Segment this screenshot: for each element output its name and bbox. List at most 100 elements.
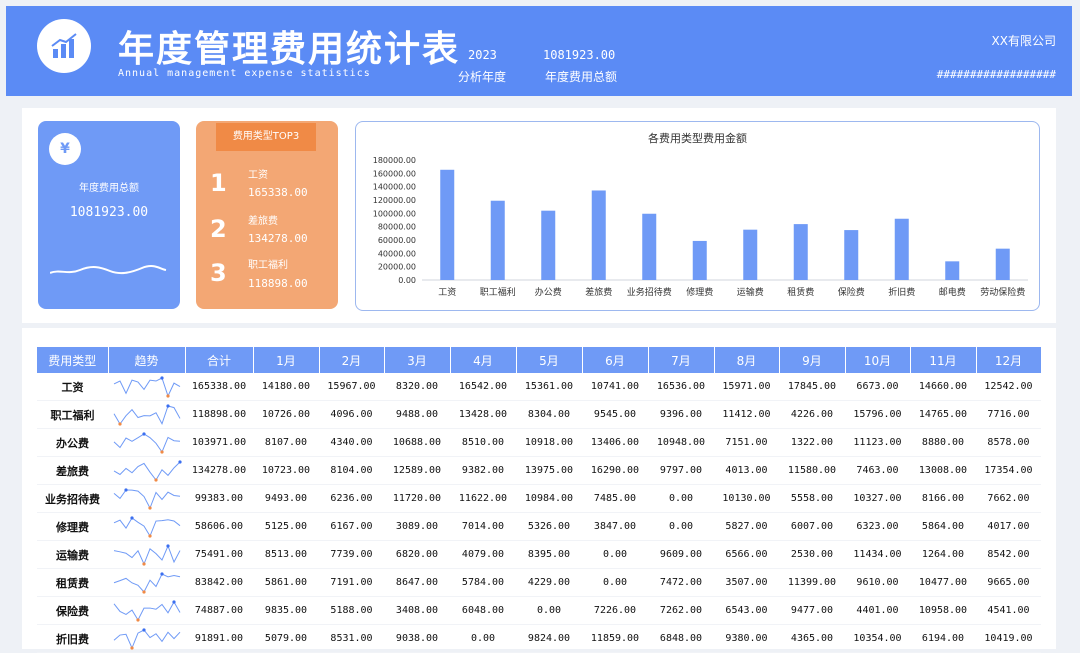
x-tick-label: 办公费	[535, 286, 562, 298]
bar[interactable]	[995, 248, 1010, 280]
total-cell: 74887.00	[185, 596, 253, 625]
month-value-cell: 10741.00	[582, 373, 648, 401]
column-header[interactable]: 4月	[450, 347, 517, 373]
rank-value: 134278.00	[248, 232, 308, 245]
table-row[interactable]: 办公费 103971.00 8107.00 4340.00 10688.00 8510.0…	[37, 428, 1041, 457]
x-tick-label: 邮电费	[939, 286, 966, 298]
bar[interactable]	[440, 169, 455, 280]
sparkline-line	[113, 544, 180, 565]
total-cell: 118898.00	[185, 400, 253, 429]
month-value-cell: 8880.00	[910, 428, 976, 457]
receipt-icon: ¥	[49, 133, 81, 165]
month-value-cell: 11399.00	[779, 568, 845, 597]
bar[interactable]	[945, 261, 960, 280]
table-row[interactable]: 业务招待费 99383.00 9493.00 6236.00 11720.00 11622…	[37, 484, 1041, 513]
table-row[interactable]: 工资 165338.00 14180.00 15967.00 8320.00 16542.…	[37, 373, 1041, 401]
table-row[interactable]: 职工福利 118898.00 10726.00 4096.00 9488.00 13428…	[37, 400, 1041, 429]
month-value-cell: 3847.00	[582, 512, 648, 541]
y-tick-label: 20000.00	[378, 263, 416, 272]
month-value-cell: 10477.00	[910, 568, 976, 597]
month-value-cell: 17354.00	[976, 456, 1041, 485]
table-row[interactable]: 租赁费 83842.00 5861.00 7191.00 8647.00 5784.00 4…	[37, 568, 1041, 597]
month-value-cell: 8513.00	[253, 540, 319, 569]
month-value-cell: 2530.00	[779, 540, 845, 569]
x-tick-label: 租赁费	[787, 286, 814, 298]
bar[interactable]	[541, 210, 556, 280]
column-header[interactable]: 费用类型	[37, 347, 109, 373]
company-name: XX有限公司	[991, 34, 1056, 48]
month-value-cell: 14660.00	[910, 373, 976, 401]
year-value: 2023	[468, 48, 497, 62]
x-tick-label: 折旧费	[888, 286, 915, 298]
sparkline-max-point	[171, 599, 176, 604]
bar[interactable]	[591, 190, 606, 280]
column-header[interactable]: 2月	[319, 347, 385, 373]
month-value-cell: 6543.00	[714, 596, 779, 625]
bar[interactable]	[793, 224, 808, 280]
y-tick-label: 160000.00	[373, 169, 416, 178]
month-value-cell: 14180.00	[253, 373, 319, 401]
column-header[interactable]: 合计	[185, 347, 254, 373]
month-value-cell: 8578.00	[976, 428, 1041, 457]
month-value-cell: 5558.00	[779, 484, 845, 513]
sparkline-line	[113, 461, 180, 481]
column-header[interactable]: 10月	[845, 347, 911, 373]
month-value-cell: 7716.00	[976, 400, 1041, 429]
bar[interactable]	[692, 240, 707, 280]
rank-name: 差旅费	[248, 216, 278, 227]
bar-chart-icon	[51, 33, 77, 58]
month-value-cell: 4079.00	[450, 540, 516, 569]
month-value-cell: 7662.00	[976, 484, 1041, 513]
month-value-cell: 0.00	[582, 540, 648, 569]
table-row[interactable]: 运输费 75491.00 8513.00 7739.00 6820.00 4079.00 8…	[37, 540, 1041, 569]
table-row[interactable]: 修理费 58606.00 5125.00 6167.00 3089.00 7014.00 5…	[37, 512, 1041, 541]
bar[interactable]	[743, 229, 758, 280]
month-value-cell: 0.00	[648, 512, 714, 541]
sparkline-min-point	[141, 561, 146, 566]
column-header[interactable]: 8月	[714, 347, 780, 373]
sparkline-line	[113, 432, 180, 453]
hash-placeholder: ##################	[936, 68, 1056, 81]
month-value-cell: 1322.00	[779, 428, 845, 457]
trend-sparkline-cell	[108, 540, 185, 569]
expense-type-cell: 工资	[37, 373, 108, 401]
month-value-cell: 16536.00	[648, 373, 714, 401]
column-header[interactable]: 7月	[648, 347, 715, 373]
column-header[interactable]: 1月	[253, 347, 320, 373]
month-value-cell: 4541.00	[976, 596, 1041, 625]
bar[interactable]	[894, 218, 909, 280]
month-value-cell: 6820.00	[384, 540, 450, 569]
x-tick-label: 保险费	[838, 286, 865, 298]
table-row[interactable]: 差旅费 134278.00 10723.00 8104.00 12589.00 9382.…	[37, 456, 1041, 485]
expense-type-cell: 运输费	[37, 540, 108, 569]
total-cell: 103971.00	[185, 428, 253, 457]
column-header[interactable]: 9月	[779, 347, 846, 373]
sparkline-line	[113, 376, 180, 397]
column-header[interactable]: 5月	[516, 347, 583, 373]
table-row[interactable]: 保险费 74887.00 9835.00 5188.00 3408.00 6048.00 0…	[37, 596, 1041, 625]
column-header[interactable]: 12月	[976, 347, 1042, 373]
month-value-cell: 1264.00	[910, 540, 976, 569]
total-expense-label: 年度费用总额	[79, 183, 139, 194]
column-header[interactable]: 趋势	[108, 347, 186, 373]
expense-type-cell: 修理费	[37, 512, 108, 541]
year-label: 分析年度	[458, 70, 507, 84]
sparkline-min-point	[147, 533, 152, 538]
month-value-cell: 10948.00	[648, 428, 714, 457]
month-value-cell: 10918.00	[516, 428, 582, 457]
expense-type-cell: 办公费	[37, 428, 108, 457]
trend-sparkline-cell	[108, 568, 185, 597]
column-header[interactable]: 6月	[582, 347, 649, 373]
bar[interactable]	[490, 200, 505, 280]
month-value-cell: 7739.00	[319, 540, 384, 569]
month-value-cell: 3507.00	[714, 568, 779, 597]
column-header[interactable]: 3月	[384, 347, 451, 373]
table-row[interactable]: 折旧费 91891.00 5079.00 8531.00 9038.00 0.00 9824…	[37, 624, 1041, 653]
expense-type-cell: 保险费	[37, 596, 108, 625]
column-header[interactable]: 11月	[910, 347, 977, 373]
bar[interactable]	[844, 230, 859, 280]
bar[interactable]	[642, 213, 657, 280]
expense-bar-chart: 各费用类型费用金额 0.00 20000.00 40000.00 60000.00 80…	[355, 121, 1040, 311]
expense-table: 费用类型 趋势 合计 1月 2月 3月 4月 5月 6月 7月 8月 9月 10月 11月 12月 工资 16…	[37, 347, 1042, 653]
sparkline-line	[113, 488, 180, 509]
